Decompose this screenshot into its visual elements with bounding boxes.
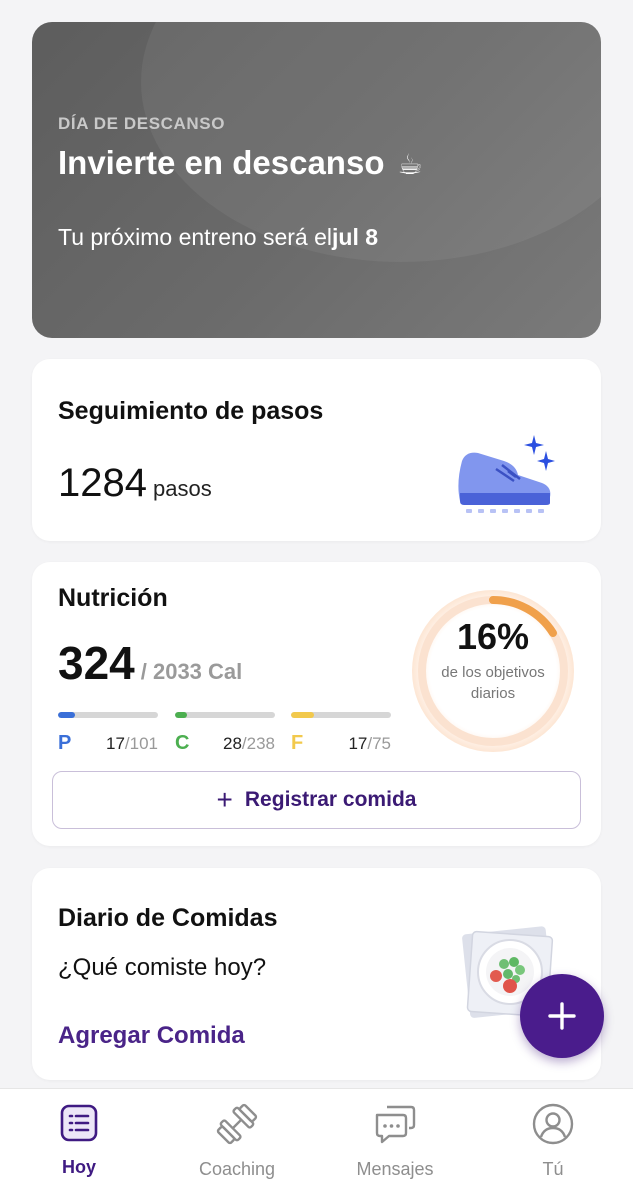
macro-progress-fill [291,712,314,718]
rest-day-eyebrow: DÍA DE DESCANSO [58,114,226,133]
tab-label: Mensajes [356,1159,434,1179]
macro-amount: 17 [348,734,368,753]
log-meal-label: Registrar comida [244,788,417,811]
add-fab-button[interactable] [520,974,604,1058]
calories-consumed: 324 [58,637,135,689]
tab-mensajes[interactable]: Mensajes [335,1103,455,1180]
step-count-value: 1284 [58,461,147,505]
macro-goal: /238 [241,734,275,753]
nutrition-card[interactable]: Nutrición 324/ 2033 Cal P 17/101 C 28/23… [32,562,601,846]
macro-amount: 17 [105,734,125,753]
macro-progress-fill [58,712,75,718]
plus-icon: + [216,784,233,815]
sneaker-icon [458,435,555,513]
macro-letter: C [175,732,190,754]
macro-letter: F [291,732,304,754]
next-workout-date: jul 8 [332,224,379,250]
rest-day-title-text: Invierte en descanso [58,144,385,181]
macro-progress-bar [58,712,158,718]
macro-value: 28/238 [223,734,275,754]
macro-fat: F 17/75 [291,712,391,755]
list-icon [60,1104,98,1142]
macro-value: 17/101 [106,734,158,754]
calorie-summary: 324/ 2033 Cal [58,636,242,690]
macro-progress-fill [175,712,187,718]
macro-value: 17/75 [348,734,391,754]
step-count: 1284 pasos [58,461,212,506]
food-diary-card[interactable]: Diario de Comidas ¿Qué comiste hoy? Agre… [32,868,601,1080]
daily-goal-percent: 16% [456,616,530,657]
macro-amount: 28 [222,734,242,753]
food-diary-title: Diario de Comidas [58,904,278,932]
step-tracker-card[interactable]: Seguimiento de pasos 1284 pasos [32,359,601,541]
macro-protein: P 17/101 [58,712,158,755]
tab-label: Hoy [61,1157,96,1177]
plus-icon [548,1002,576,1030]
profile-icon [532,1103,574,1145]
tab-coaching[interactable]: Coaching [177,1103,297,1180]
tab-label: Tú [542,1159,564,1179]
macro-carbs: C 28/238 [175,712,275,755]
rest-day-title: Invierte en descanso ☕ [58,144,423,182]
step-count-unit: pasos [152,476,212,501]
nutrition-title: Nutrición [58,584,168,612]
next-workout-text: Tu próximo entreno será eljul 8 [58,224,378,251]
coffee-icon: ☕ [397,148,423,181]
tab-tu[interactable]: Tú [493,1103,613,1180]
dumbbell-icon [216,1103,258,1145]
macro-letter: P [58,732,72,754]
daily-goal-ring: 16% de los objetivos diarios [410,588,576,754]
macro-progress-bar [291,712,391,718]
daily-goal-caption: de los objetivos diarios [441,664,545,702]
macro-goal: /75 [367,734,391,753]
macro-goal: /101 [124,734,158,753]
add-meal-link[interactable]: Agregar Comida [58,1022,245,1050]
chat-icon [375,1105,416,1144]
tab-label: Coaching [198,1159,276,1179]
food-diary-question: ¿Qué comiste hoy? [58,954,267,981]
calories-goal: / 2033 Cal [140,659,243,684]
tab-hoy[interactable]: Hoy [19,1103,139,1178]
bottom-tab-bar: Hoy Coaching Mensajes Tú [0,1088,633,1200]
macro-progress-bar [175,712,275,718]
log-meal-button[interactable]: + Registrar comida [52,771,581,829]
rest-day-card: DÍA DE DESCANSO Invierte en descanso ☕ T… [32,22,601,338]
step-tracker-title: Seguimiento de pasos [58,397,324,425]
next-workout-prefix: Tu próximo entreno será el [58,224,333,250]
